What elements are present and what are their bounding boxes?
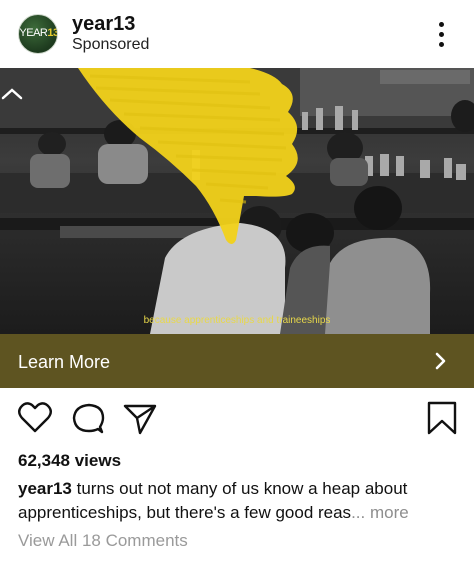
- comment-icon[interactable]: [70, 400, 106, 436]
- view-count: 62,348 views: [18, 451, 122, 470]
- description-text: turns out not many of us know a heap abo…: [18, 479, 408, 522]
- description-username[interactable]: year13: [18, 479, 72, 498]
- post-description: year13 turns out not many of us know a h…: [18, 477, 458, 525]
- action-bar: [0, 400, 474, 440]
- more-options-icon[interactable]: [432, 22, 452, 48]
- learn-more-button[interactable]: Learn More: [0, 334, 474, 388]
- video-frame: [0, 68, 474, 334]
- chevron-up-icon[interactable]: [0, 86, 24, 102]
- video-caption: because apprenticeships and traineeships: [143, 315, 331, 326]
- ellipsis: ...: [351, 503, 366, 522]
- account-name[interactable]: year13: [72, 13, 135, 36]
- heart-icon[interactable]: [17, 400, 53, 436]
- more-link[interactable]: more: [370, 503, 409, 522]
- learn-more-label: Learn More: [18, 352, 111, 372]
- avatar[interactable]: YEAR13: [18, 14, 58, 54]
- chevron-right-icon: [435, 352, 446, 370]
- sponsored-label: Sponsored: [72, 36, 150, 53]
- post-video[interactable]: [0, 68, 474, 334]
- share-icon[interactable]: [122, 400, 158, 436]
- post-header: YEAR13 year13 Sponsored: [0, 0, 474, 68]
- bookmark-icon[interactable]: [424, 400, 460, 436]
- view-comments-link[interactable]: View All 18 Comments: [18, 531, 188, 551]
- brand-logo: YEAR13: [19, 27, 58, 39]
